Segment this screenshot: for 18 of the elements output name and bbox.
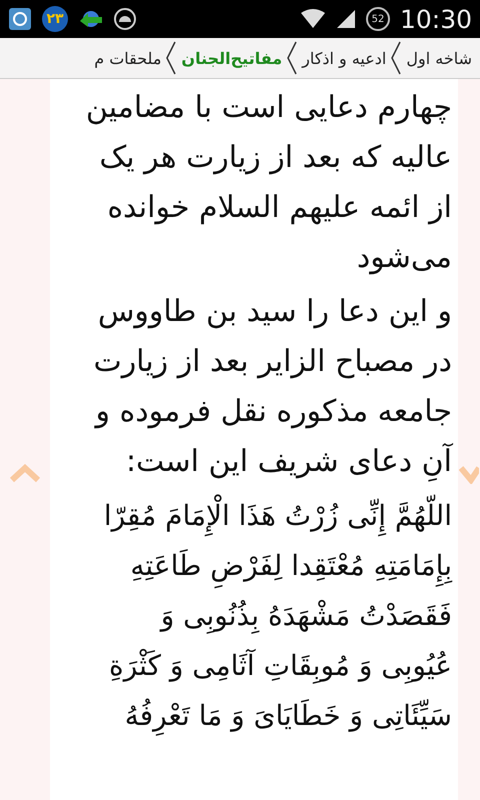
breadcrumb-item[interactable]: ادعیه و اذکار <box>298 48 390 68</box>
notification-badge: ۲۳ <box>42 6 68 32</box>
breadcrumb-item[interactable]: ملحقات م <box>90 48 166 68</box>
chevron-icon <box>286 40 298 76</box>
chevron-icon <box>165 40 178 76</box>
app-icon <box>8 7 32 31</box>
clock-time: 10:30 <box>400 4 472 34</box>
paragraph-text: چهارم دعایی است با مضامین عالیه که بعد از زیارت هر یک از ائمه علیهم السلام خوانده می‌شود <box>84 89 452 277</box>
battery-indicator: 52 <box>366 7 390 31</box>
next-page-icon[interactable] <box>459 464 479 484</box>
paragraph-text: اللّهُمَّ إِنِّی زُرْتُ هَذَا الْإِمَامَ مُقِرّا بِإِمَامَتِهِ مُعْتَقِدا لِفَرْضِ طَاعَتِهِ فَقَصَدْتُ مَشْهَدَهُ بِذُنُوبِی وَ عُیُوبِی وَ مُوبِقَاتِ آثَامِی وَ کَثْرَةِ سَیِّئَاتِی وَ خَطَایَایَ وَ مَا تَعْرِفُهُ <box>56 491 452 741</box>
breadcrumb-item[interactable]: مفاتیح‌الجنان <box>177 48 286 68</box>
wifi-icon <box>300 9 326 29</box>
previous-page-icon[interactable] <box>10 464 40 484</box>
chevron-icon <box>390 40 402 76</box>
signal-icon <box>336 9 356 29</box>
breadcrumb-item[interactable]: شاخه اول <box>402 48 476 68</box>
paragraph-text: و این دعا را سید بن طاووس در مصباح الزایر بعد از زیارت جامعه مذکوره نقل فرموده و آنِ دعای شریف این است: <box>56 287 452 487</box>
